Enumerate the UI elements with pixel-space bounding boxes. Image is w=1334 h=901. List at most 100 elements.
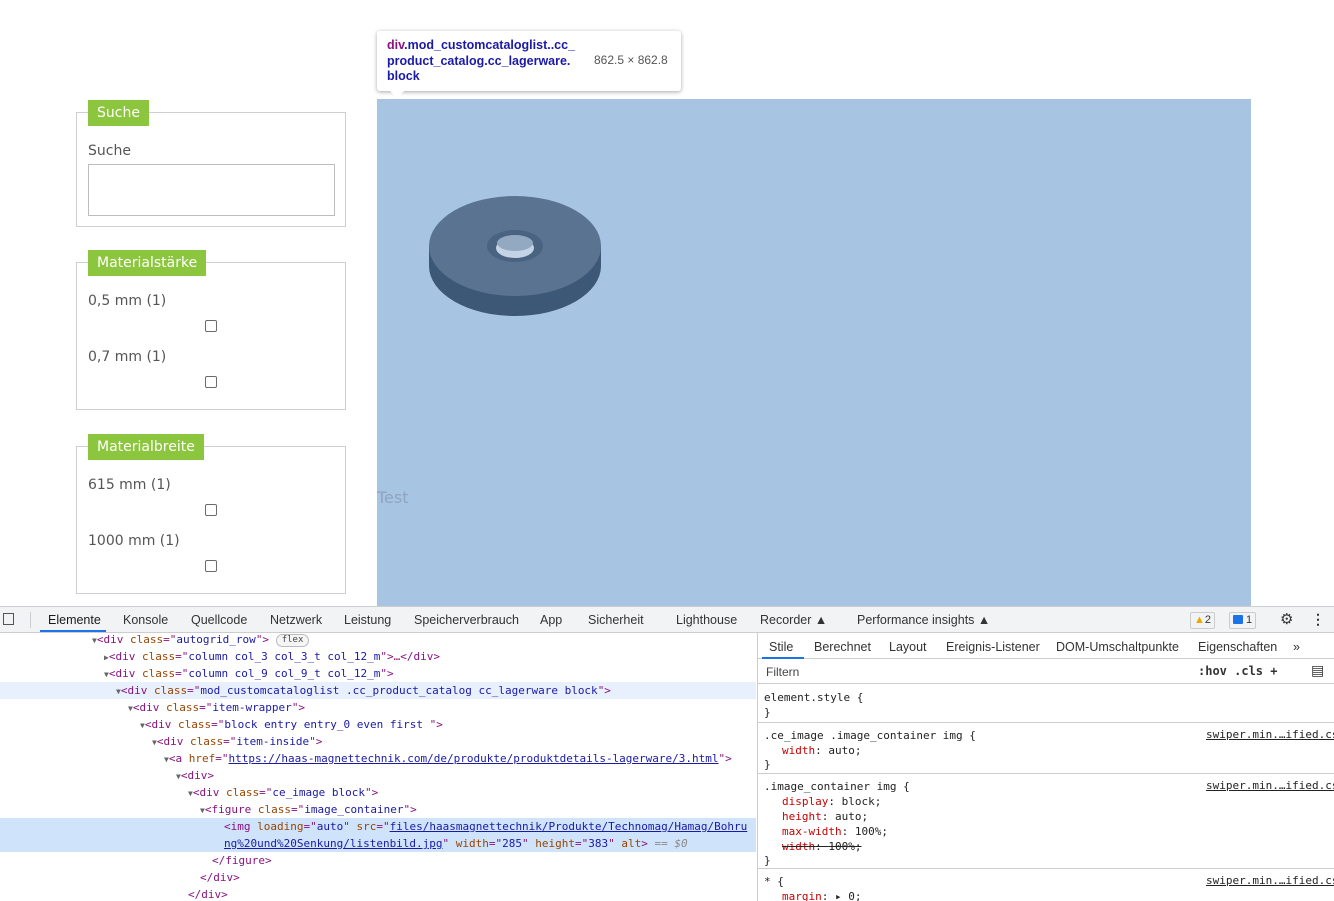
styles-filter[interactable]: Filtern :hov .cls + ▤ — [758, 660, 1334, 684]
tooltip-selector: div.mod_customcataloglist..cc_ product_c… — [387, 38, 597, 85]
search-input[interactable] — [88, 164, 335, 216]
dom-node-hovered[interactable]: ▼<div class="mod_customcataloglist .cc_p… — [0, 682, 756, 699]
dom-node[interactable]: ▼<div class="ce_image block"> — [0, 784, 756, 801]
dom-node-close[interactable]: </figure> — [0, 852, 756, 869]
message-icon — [1233, 615, 1243, 624]
devtools-tabbar: Elemente Konsole Quellcode Netzwerk Leis… — [0, 607, 1334, 633]
dom-node[interactable]: ▼<div class="column col_9 col_9_t col_12… — [0, 665, 756, 682]
warnings-badge[interactable]: ▲2 — [1190, 612, 1216, 629]
width-option-checkbox[interactable] — [205, 504, 217, 516]
warning-icon: ▲ — [1194, 614, 1205, 626]
style-rule[interactable]: .ce_image .image_container img { swiper.… — [758, 723, 1334, 774]
style-rule[interactable]: * { swiper.min.…ified.css margin: ▸ 0; — [758, 869, 1334, 901]
dom-node[interactable]: ▼<div class="item-wrapper"> — [0, 699, 756, 716]
dom-node[interactable]: ▼<div class="autogrid_row"> flex — [0, 633, 756, 648]
search-filter-legend: Suche — [88, 100, 149, 126]
dom-node[interactable]: ▼<div class="item-inside"> — [0, 733, 756, 750]
tab-performance-insights-label: Performance insights — [857, 613, 975, 627]
dom-tree[interactable]: ▼<div class="autogrid_row"> flex ▶<div c… — [0, 633, 756, 901]
style-rule[interactable]: element.style { } — [758, 685, 1334, 723]
thickness-option-checkbox[interactable] — [205, 376, 217, 388]
dom-node[interactable]: ▼<figure class="image_container"> — [0, 801, 756, 818]
rule-source-link[interactable]: swiper.min.…ified.css — [1206, 874, 1334, 887]
rule-declaration[interactable]: height: auto; — [782, 809, 868, 824]
dom-node-selected-cont[interactable]: ng%20und%20Senkung/listenbild.jpg" width… — [0, 835, 756, 852]
tooltip-tag: div — [387, 38, 405, 52]
dom-node-close[interactable]: </div> — [0, 869, 756, 886]
device-toolbar-icon[interactable] — [3, 613, 14, 625]
dom-link[interactable]: ng%20und%20Senkung/listenbild.jpg — [224, 837, 443, 850]
thickness-filter-legend: Materialstärke — [88, 250, 207, 276]
more-tabs-icon[interactable]: » — [1293, 640, 1300, 654]
tab-layout[interactable]: Layout — [889, 640, 927, 654]
width-filter-legend: Materialbreite — [88, 434, 204, 460]
rule-source-link[interactable]: swiper.min.…ified.css — [1206, 779, 1334, 792]
messages-count: 1 — [1246, 614, 1253, 626]
computed-styles-toggle-icon[interactable]: ▤ — [1311, 662, 1324, 679]
tab-computed[interactable]: Berechnet — [814, 640, 871, 654]
rule-declaration[interactable]: max-width: 100%; — [782, 824, 888, 839]
dom-node[interactable]: ▼<div class="block entry entry_0 even fi… — [0, 716, 756, 733]
width-option-label: 615 mm (1) — [88, 477, 171, 493]
tab-lighthouse[interactable]: Lighthouse — [676, 613, 737, 627]
rule-declaration-overridden[interactable]: width: 100%; — [782, 839, 862, 854]
rule-source-link[interactable]: swiper.min.…ified.css — [1206, 728, 1334, 741]
dom-link[interactable]: https://haas-magnettechnik.com/de/produk… — [228, 752, 718, 765]
tab-sources[interactable]: Quellcode — [191, 613, 247, 627]
thickness-option-checkbox[interactable] — [205, 320, 217, 332]
flask-icon: ▲ — [977, 613, 991, 627]
dom-node[interactable]: ▼<div> — [0, 767, 756, 784]
devtools-panel: Elemente Konsole Quellcode Netzwerk Leis… — [0, 606, 1334, 901]
tab-security[interactable]: Sicherheit — [588, 613, 644, 627]
search-label: Suche — [88, 143, 131, 159]
messages-badge[interactable]: 1 — [1229, 612, 1257, 629]
rule-declaration[interactable]: display: block; — [782, 794, 881, 809]
width-option-checkbox[interactable] — [205, 560, 217, 572]
dom-node-selected[interactable]: <img loading="auto" src="files/haasmagne… — [0, 818, 756, 835]
thickness-option-label: 0,5 mm (1) — [88, 293, 167, 309]
styles-tabbar: Stile Berechnet Layout Ereignis-Listener… — [758, 633, 1334, 659]
tab-network[interactable]: Netzwerk — [270, 613, 322, 627]
rule-selector: * { — [764, 875, 784, 888]
tab-elements[interactable]: Elemente — [48, 613, 101, 627]
styles-filter-tools[interactable]: :hov .cls + — [1198, 664, 1277, 678]
style-rule[interactable]: .image_container img { swiper.min.…ified… — [758, 774, 1334, 869]
tab-dom-breakpoints[interactable]: DOM-Umschaltpunkte — [1056, 640, 1179, 654]
tab-styles[interactable]: Stile — [769, 640, 793, 654]
thickness-option-label: 0,7 mm (1) — [88, 349, 167, 365]
width-filter-group: Materialbreite 615 mm (1) 1000 mm (1) — [76, 434, 346, 594]
tab-memory[interactable]: Speicherverbrauch — [414, 613, 519, 627]
tab-performance[interactable]: Leistung — [344, 613, 391, 627]
web-page: Suche Suche Materialstärke 0,5 mm (1) 0,… — [0, 0, 1334, 606]
more-options-icon[interactable]: ⋮ — [1311, 611, 1325, 628]
search-filter-group: Suche Suche — [76, 100, 346, 227]
tooltip-classes: .mod_customcataloglist..cc_ product_cata… — [387, 38, 576, 83]
tab-performance-insights[interactable]: Performance insights ▲ — [857, 613, 990, 627]
product-caption[interactable]: Test — [377, 488, 409, 507]
dom-node-close[interactable]: </div> — [0, 886, 756, 901]
product-image[interactable] — [428, 180, 608, 330]
tooltip-arrow — [389, 90, 405, 98]
flex-badge[interactable]: flex — [275, 634, 310, 647]
divider — [30, 612, 31, 628]
tab-application[interactable]: App — [540, 613, 562, 627]
rule-declaration[interactable]: margin: ▸ 0; — [782, 889, 862, 901]
tooltip-size: 862.5 × 862.8 — [594, 53, 668, 67]
styles-pane: Stile Berechnet Layout Ereignis-Listener… — [757, 633, 1334, 901]
thickness-filter-group: Materialstärke 0,5 mm (1) 0,7 mm (1) — [76, 250, 346, 410]
dom-node[interactable]: ▶<div class="column col_3 col_3_t col_12… — [0, 648, 756, 665]
rule-selector: element.style { — [764, 691, 864, 704]
rule-end: } — [764, 758, 771, 771]
styles-filter-input[interactable]: Filtern — [766, 665, 799, 679]
tab-recorder-label: Recorder — [760, 613, 812, 627]
tab-properties[interactable]: Eigenschaften — [1198, 640, 1277, 654]
dom-node[interactable]: ▼<a href="https://haas-magnettechnik.com… — [0, 750, 756, 767]
tab-console[interactable]: Konsole — [123, 613, 168, 627]
dom-link[interactable]: files/haasmagnettechnik/Produkte/Technom… — [390, 820, 748, 833]
settings-gear-icon[interactable]: ⚙ — [1280, 610, 1293, 628]
rule-declaration[interactable]: width: auto; — [782, 743, 862, 758]
tab-event-listeners[interactable]: Ereignis-Listener — [946, 640, 1040, 654]
rule-selector: .image_container img { — [764, 780, 910, 793]
active-tab-indicator — [40, 630, 106, 632]
tab-recorder[interactable]: Recorder ▲ — [760, 613, 827, 627]
